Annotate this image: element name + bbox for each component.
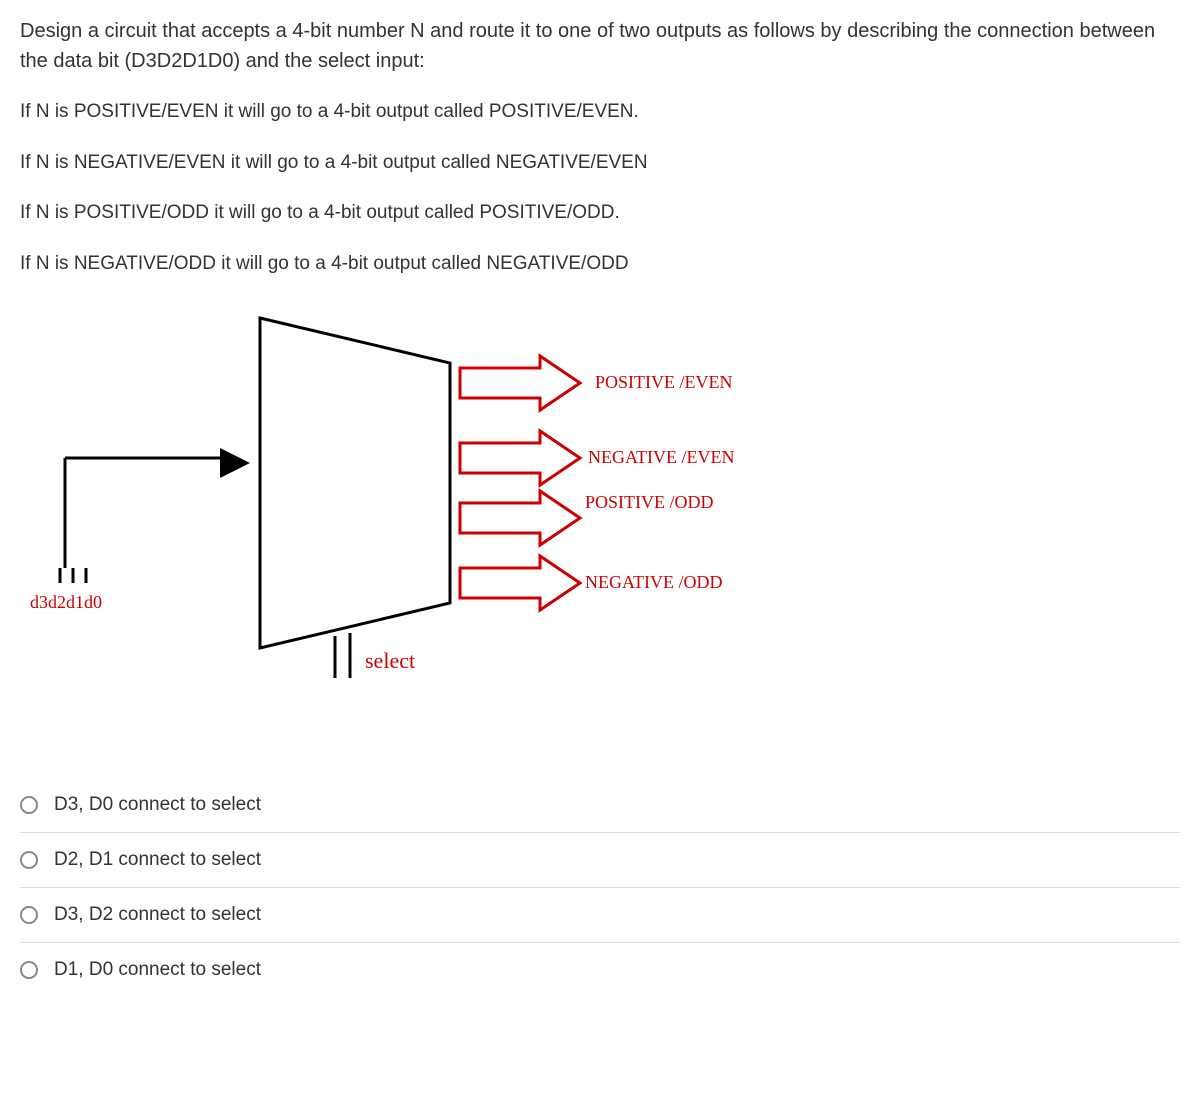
output-arrow-positive-odd <box>460 491 580 545</box>
input-label: d3d2d1d0 <box>30 592 102 612</box>
input-block <box>60 448 250 583</box>
option-label: D2, D1 connect to select <box>54 849 261 871</box>
output-label-1: POSITIVE /EVEN <box>595 372 733 392</box>
answer-options: D3, D0 connect to select D2, D1 connect … <box>20 778 1180 997</box>
option-4[interactable]: D1, D0 connect to select <box>20 943 1180 997</box>
output-arrow-negative-even <box>460 431 580 485</box>
option-1[interactable]: D3, D0 connect to select <box>20 778 1180 833</box>
radio-icon[interactable] <box>20 796 38 814</box>
radio-icon[interactable] <box>20 906 38 924</box>
option-2[interactable]: D2, D1 connect to select <box>20 833 1180 888</box>
diagram-svg: d3d2d1d0 select POSITIVE /EVEN NEGATIVE … <box>20 308 920 718</box>
radio-icon[interactable] <box>20 851 38 869</box>
radio-icon[interactable] <box>20 961 38 979</box>
output-label-3: POSITIVE /ODD <box>585 492 714 512</box>
circuit-diagram: d3d2d1d0 select POSITIVE /EVEN NEGATIVE … <box>20 308 1180 718</box>
option-label: D3, D0 connect to select <box>54 794 261 816</box>
condition-4: If N is NEGATIVE/ODD it will go to a 4-b… <box>20 250 1180 279</box>
output-arrow-positive-even <box>460 356 580 410</box>
condition-2: If N is NEGATIVE/EVEN it will go to a 4-… <box>20 149 1180 178</box>
condition-1: If N is POSITIVE/EVEN it will go to a 4-… <box>20 98 1180 127</box>
option-label: D1, D0 connect to select <box>54 959 261 981</box>
question-intro: Design a circuit that accepts a 4-bit nu… <box>20 16 1180 76</box>
demux-body <box>260 318 450 648</box>
select-lines <box>335 633 350 678</box>
select-label: select <box>365 648 415 673</box>
output-arrow-negative-odd <box>460 556 580 610</box>
output-label-4: NEGATIVE /ODD <box>585 572 722 592</box>
output-label-2: NEGATIVE /EVEN <box>588 447 734 467</box>
condition-3: If N is POSITIVE/ODD it will go to a 4-b… <box>20 199 1180 228</box>
option-label: D3, D2 connect to select <box>54 904 261 926</box>
option-3[interactable]: D3, D2 connect to select <box>20 888 1180 943</box>
